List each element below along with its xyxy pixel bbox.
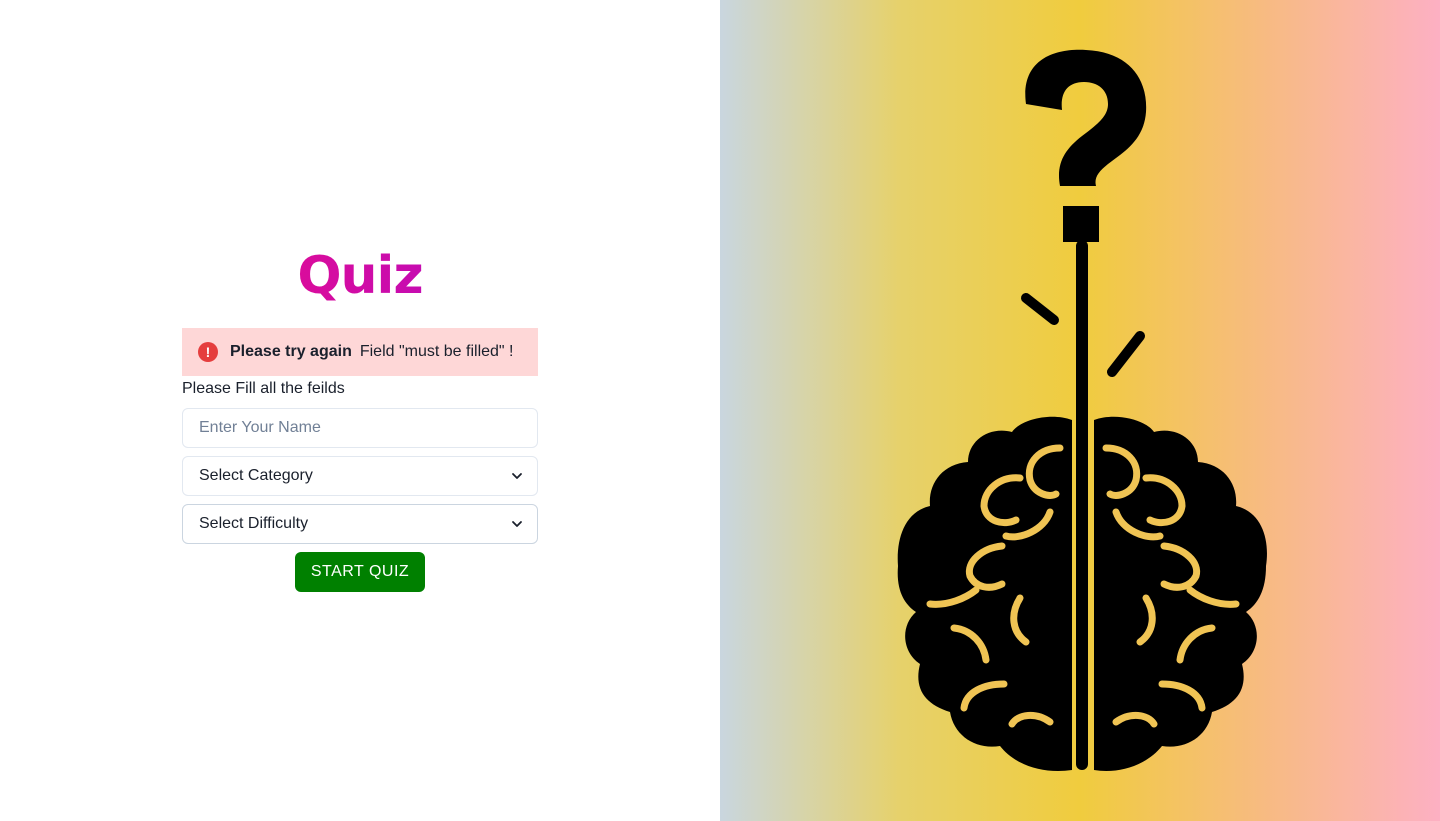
brain-right-hemisphere: [1094, 416, 1267, 771]
difficulty-select-value: Select Difficulty: [199, 515, 309, 532]
error-alert: ! Please try again Field "must be filled…: [182, 328, 538, 376]
question-mark-icon: [1025, 49, 1147, 242]
brain-question-illustration: [897, 49, 1267, 771]
start-quiz-button[interactable]: START QUIZ: [294, 552, 426, 592]
category-select[interactable]: Select Category: [182, 456, 538, 496]
name-input[interactable]: [182, 408, 538, 448]
alert-title: Please try again: [230, 343, 352, 360]
quiz-page: Quiz ! Please try again Field "must be f…: [0, 0, 1440, 821]
chevron-down-icon: [512, 473, 522, 479]
page-title: Quiz: [182, 240, 538, 316]
brain-left-hemisphere: [897, 416, 1072, 771]
quiz-form: Quiz ! Please try again Field "must be f…: [182, 240, 538, 592]
spark-left: [1021, 293, 1059, 325]
spark-right: [1107, 331, 1145, 377]
illustration-panel: [720, 0, 1440, 821]
stem: [1076, 240, 1088, 770]
alert-description: Field "must be filled" !: [359, 343, 514, 360]
form-panel: Quiz ! Please try again Field "must be f…: [0, 0, 720, 821]
chevron-down-icon: [512, 521, 522, 527]
button-row: START QUIZ: [182, 552, 538, 592]
alert-circle-icon: !: [198, 342, 218, 362]
category-select-value: Select Category: [199, 467, 313, 484]
form-hint: Please Fill all the feilds: [182, 380, 345, 397]
difficulty-select[interactable]: Select Difficulty: [182, 504, 538, 544]
